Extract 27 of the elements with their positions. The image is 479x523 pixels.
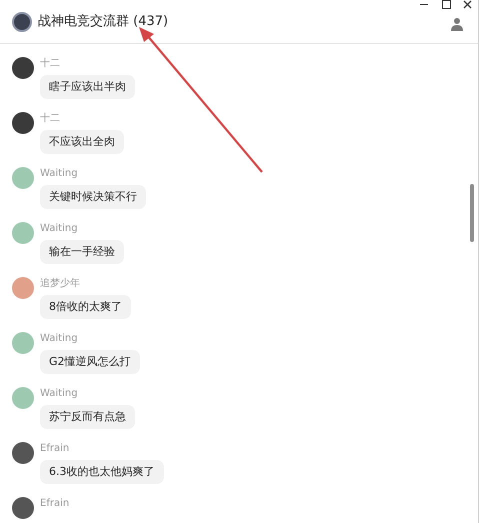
- message-bubble: G2懂逆风怎么打: [40, 350, 140, 374]
- close-icon[interactable]: [463, 0, 472, 9]
- user-avatar[interactable]: [12, 57, 34, 79]
- sender-name: Efrain: [40, 442, 70, 455]
- sender-name: 追梦少年: [40, 277, 80, 290]
- sender-name: Waiting: [40, 332, 78, 345]
- user-avatar[interactable]: [12, 442, 34, 464]
- message-bubble: 关键时候决策不行: [40, 185, 146, 209]
- message-bubble: 瞎子应该出半肉: [40, 75, 135, 99]
- sender-name: 十二: [40, 57, 60, 70]
- sender-name: Waiting: [40, 167, 78, 180]
- scrollbar[interactable]: [470, 184, 474, 242]
- group-avatar-icon: [12, 12, 32, 32]
- sender-name: Efrain: [40, 497, 70, 510]
- message-bubble: 8倍收的太爽了: [40, 295, 131, 319]
- sender-name: Waiting: [40, 222, 78, 235]
- maximize-icon[interactable]: [442, 0, 451, 9]
- message-bubble: 苏宁反而有点急: [40, 405, 135, 429]
- sender-name: Waiting: [40, 387, 78, 400]
- window-title: 战神电竞交流群 (437): [38, 12, 168, 31]
- sender-name: 十二: [40, 112, 60, 125]
- user-avatar[interactable]: [12, 112, 34, 134]
- members-icon[interactable]: [450, 16, 464, 30]
- user-avatar[interactable]: [12, 497, 34, 519]
- message-bubble: 6.3收的也太他妈爽了: [40, 460, 164, 484]
- message-bubble: 输在一手经验: [40, 240, 124, 264]
- message-bubble: 不应该出全肉: [40, 130, 124, 154]
